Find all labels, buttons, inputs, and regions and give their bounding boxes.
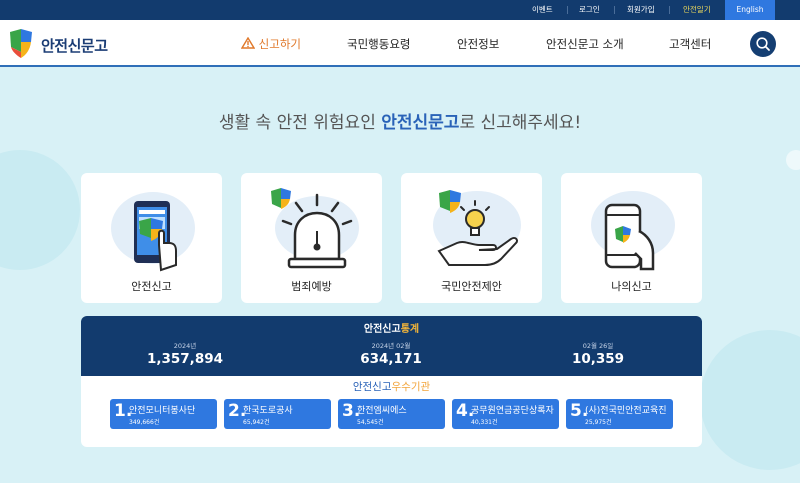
warning-icon	[240, 36, 256, 49]
card-label: 안전신고	[131, 280, 172, 293]
english-link[interactable]: English	[725, 0, 775, 20]
card-label: 국민안전제안	[441, 280, 502, 293]
stats-title-main: 안전신고	[363, 324, 401, 335]
signup-link[interactable]: 회원가입	[627, 0, 655, 20]
search-button[interactable]	[750, 31, 776, 57]
org-count: 25,975건	[585, 419, 612, 426]
org-item[interactable]: 5. (사)전국민안전교육진 25,975건	[566, 399, 673, 429]
org-count: 40,331건	[471, 419, 498, 426]
headline-brand: 안전신문고	[381, 113, 460, 133]
org-item[interactable]: 4. 공무원연금공단상록자 40,331건	[452, 399, 559, 429]
search-icon	[756, 37, 770, 51]
home-logo[interactable]: 안전신문고	[7, 28, 127, 60]
nav-safety-info[interactable]: 안전정보	[457, 36, 499, 52]
shield-logo-icon	[10, 29, 32, 58]
stat-period: 2024년	[173, 342, 197, 350]
nav-report[interactable]: 신고하기	[240, 36, 301, 52]
login-link[interactable]: 로그인	[579, 0, 600, 20]
brand-name: 안전신문고	[41, 37, 108, 55]
org-name: (사)전국민안전교육진	[585, 406, 667, 416]
lightbulb-hand-icon	[433, 190, 521, 266]
report-statistics: 안전신고통계 2024년 1,357,894 2024년 02월 634,171…	[81, 316, 702, 376]
org-name: 한국도로공사	[243, 406, 293, 416]
stat-period: 02월 26일	[582, 342, 614, 350]
org-count: 54,545건	[357, 419, 384, 426]
my-phone-icon	[591, 191, 675, 271]
stat-day: 02월 26일 10,359	[528, 340, 668, 367]
stat-value: 634,171	[360, 351, 422, 367]
nav-report-label: 신고하기	[258, 37, 301, 51]
nav-about[interactable]: 안전신문고 소개	[546, 36, 624, 52]
stats-title: 안전신고통계	[81, 320, 702, 335]
org-item[interactable]: 3. 한전엠씨에스 54,545건	[338, 399, 445, 429]
divider	[614, 6, 615, 14]
safety-diary-link[interactable]: 안전일기	[683, 0, 711, 20]
best-title-main: 안전신고	[352, 381, 392, 393]
nav-action-guide[interactable]: 국민행동요령	[347, 36, 410, 52]
top-organizations: 안전신고우수기관 1. 안전모니터봉사단 349,666건 2. 한국도로공사 …	[81, 376, 702, 447]
best-title-accent: 우수기관	[391, 381, 431, 393]
stat-value: 10,359	[571, 351, 625, 367]
hero-headline: 생활 속 안전 위험요인 안전신문고로 신고해주세요!	[0, 108, 800, 133]
utility-bar: 이벤트 로그인 회원가입 안전일기 English	[0, 0, 800, 20]
headline-text-end: 로 신고해주세요!	[459, 113, 582, 133]
divider	[567, 6, 568, 14]
card-crime-prevention[interactable]: 범죄예방	[241, 173, 382, 303]
bg-decoration	[0, 150, 80, 270]
org-item[interactable]: 1. 안전모니터봉사단 349,666건	[110, 399, 217, 429]
best-title: 안전신고우수기관	[81, 379, 702, 394]
org-count: 65,942건	[243, 419, 270, 426]
card-my-reports[interactable]: 나의신고	[561, 173, 702, 303]
card-safety-report[interactable]: 안전신고	[81, 173, 222, 303]
stats-title-accent: 통계	[400, 324, 420, 335]
nav-support[interactable]: 고객센터	[669, 36, 711, 52]
org-name: 공무원연금공단상록자	[471, 406, 554, 416]
card-label: 나의신고	[611, 280, 652, 293]
org-name: 한전엠씨에스	[357, 406, 407, 416]
siren-icon	[271, 188, 359, 269]
headline-text: 생활 속 안전 위험요인	[218, 113, 382, 133]
stat-value: 1,357,894	[146, 351, 223, 367]
event-link[interactable]: 이벤트	[532, 0, 553, 20]
org-item[interactable]: 2. 한국도로공사 65,942건	[224, 399, 331, 429]
site-header: 안전신문고 신고하기 국민행동요령 안전정보 안전신문고 소개 고객센터	[0, 20, 800, 67]
stat-year: 2024년 1,357,894	[115, 340, 255, 367]
card-label: 범죄예방	[291, 280, 332, 293]
divider	[669, 6, 670, 14]
phone-report-icon	[111, 192, 195, 272]
bg-decoration	[786, 150, 800, 170]
org-name: 안전모니터봉사단	[129, 406, 196, 416]
stat-period: 2024년 02월	[371, 342, 411, 350]
stat-month: 2024년 02월 634,171	[321, 340, 461, 367]
card-safety-proposal[interactable]: 국민안전제안	[401, 173, 542, 303]
org-count: 349,666건	[129, 419, 160, 426]
bg-decoration	[700, 330, 800, 470]
